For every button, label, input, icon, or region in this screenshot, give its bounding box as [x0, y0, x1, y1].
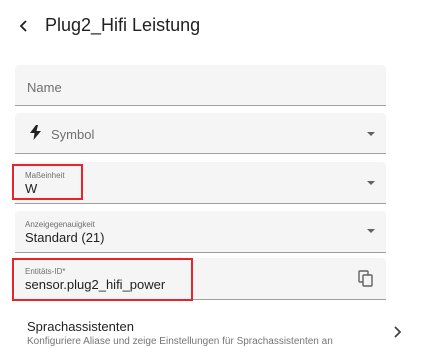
symbol-select[interactable]: Symbol	[15, 113, 386, 154]
symbol-field-label: Symbol	[51, 127, 95, 142]
lightning-bolt-icon	[30, 125, 41, 140]
back-button[interactable]	[10, 12, 38, 40]
copy-button[interactable]	[358, 270, 374, 288]
dropdown-arrow-icon	[367, 132, 375, 136]
name-field[interactable]: Name	[15, 65, 386, 106]
chevron-right-icon	[394, 326, 402, 338]
voice-assistants-row[interactable]: Sprachassistenten Konfiguriere Aliase un…	[15, 308, 415, 348]
header: Plug2_Hifi Leistung	[0, 0, 422, 54]
entity-id-value: sensor.plug2_hifi_power	[25, 277, 166, 292]
entity-id-field[interactable]: Entitäts-ID* sensor.plug2_hifi_power	[15, 258, 386, 300]
dropdown-arrow-icon	[367, 229, 375, 233]
page-title: Plug2_Hifi Leistung	[45, 15, 201, 35]
name-field-label: Name	[27, 80, 62, 95]
voice-assistants-subtitle: Konfiguriere Aliase und zeige Einstellun…	[27, 336, 333, 347]
copy-icon	[358, 270, 373, 287]
precision-field-label: Anzeigegenauigkeit	[25, 220, 95, 229]
unit-field-label: Maßeinheit	[25, 171, 65, 180]
precision-select[interactable]: Anzeigegenauigkeit Standard (21)	[15, 211, 386, 253]
voice-assistants-title: Sprachassistenten	[27, 319, 134, 334]
chevron-left-icon	[19, 20, 27, 32]
dropdown-arrow-icon	[367, 181, 375, 185]
unit-select[interactable]: Maßeinheit W	[15, 162, 386, 204]
precision-field-value: Standard (21)	[25, 230, 105, 245]
entity-id-label: Entitäts-ID*	[25, 267, 66, 276]
entity-settings-dialog: Plug2_Hifi Leistung Name Symbol Maßeinhe…	[0, 0, 422, 347]
unit-field-value: W	[25, 181, 38, 196]
